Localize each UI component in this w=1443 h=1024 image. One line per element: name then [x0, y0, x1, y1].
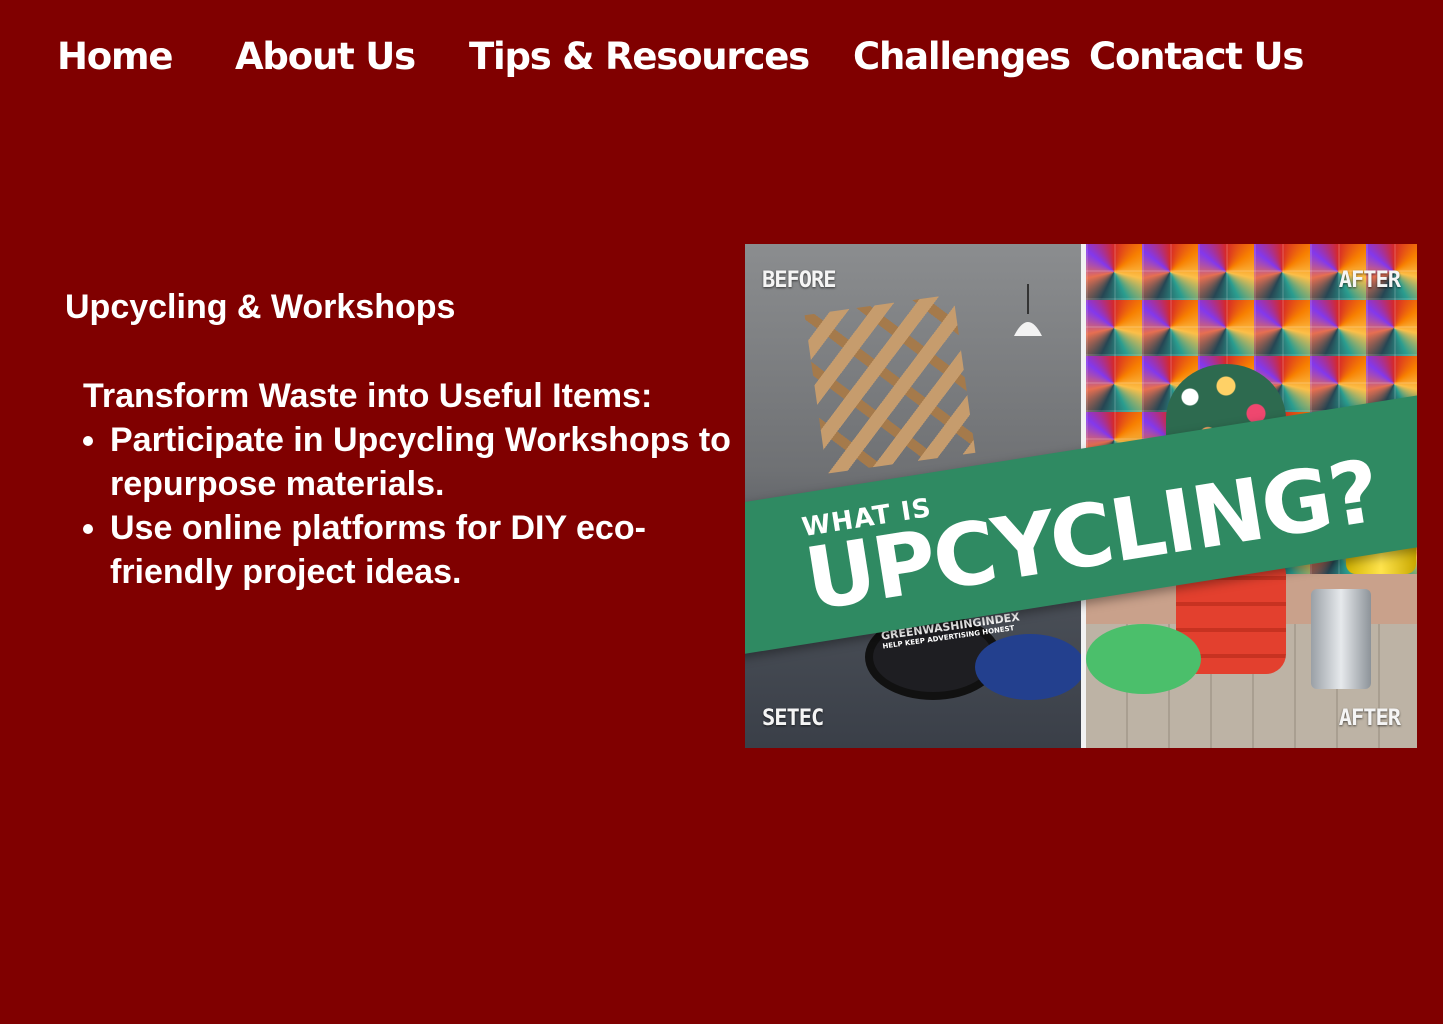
section-title: Upcycling & Workshops	[65, 288, 456, 326]
section-subheading: Transform Waste into Useful Items:	[83, 377, 653, 415]
nav-link-challenges[interactable]: Challenges	[853, 34, 1071, 80]
label-before-bottom: SETEC	[762, 706, 824, 731]
blue-tire-planter-graphic	[975, 634, 1085, 700]
nav-link-contact-us[interactable]: Contact Us	[1089, 34, 1304, 80]
nav-link-home[interactable]: Home	[57, 34, 173, 80]
label-before-top: BEFORE	[762, 268, 836, 293]
pendant-lamp-icon	[1014, 284, 1042, 336]
nav-link-tips-resources[interactable]: Tips & Resources	[469, 34, 810, 80]
green-tire-planter-graphic	[1086, 624, 1201, 694]
tips-list: Participate in Upcycling Workshops to re…	[65, 418, 735, 594]
list-item: Participate in Upcycling Workshops to re…	[110, 418, 735, 506]
wooden-pallet-graphic	[804, 294, 976, 474]
main-nav: Home About Us Tips & Resources Challenge…	[0, 0, 1443, 110]
list-item: Use online platforms for DIY eco-friendl…	[110, 506, 735, 594]
upcycling-before-after-image: GREENWASHINGINDEX HELP KEEP ADVERTISING …	[745, 244, 1417, 748]
upcycling-section: Upcycling & Workshops Transform Waste in…	[65, 286, 735, 594]
label-after-top: AFTER	[1338, 268, 1401, 293]
label-after-bottom: AFTER	[1338, 706, 1401, 731]
tin-can-graphic	[1311, 589, 1371, 689]
nav-link-about-us[interactable]: About Us	[235, 34, 416, 80]
